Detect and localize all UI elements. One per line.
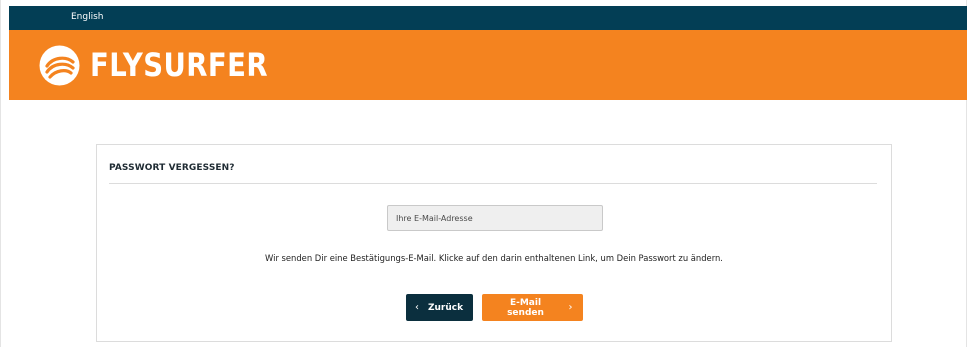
page: English FLYSURFER PASSWORT VERGESSEN? Wi… <box>0 0 967 347</box>
back-button[interactable]: ‹ Zurück <box>405 294 473 321</box>
site-header: FLYSURFER <box>9 30 967 100</box>
card-divider <box>109 183 877 184</box>
email-input[interactable] <box>387 205 603 231</box>
info-text: Wir senden Dir eine Bestätigungs-E-Mail.… <box>265 253 723 263</box>
send-email-button[interactable]: E-Mail senden › <box>481 294 583 321</box>
send-button-label: E-Mail senden <box>507 297 544 318</box>
site-logo[interactable]: FLYSURFER <box>39 43 297 87</box>
flysurfer-kite-logo-icon <box>39 45 80 85</box>
chevron-right-icon: › <box>568 301 573 313</box>
back-button-label: Zurück <box>427 302 464 313</box>
logo-wordmark: FLYSURFER <box>90 46 268 84</box>
chevron-left-icon: ‹ <box>414 301 419 313</box>
language-link[interactable]: English <box>71 12 104 22</box>
card-title: PASSWORT VERGESSEN? <box>109 163 235 173</box>
top-bar: English <box>9 6 967 30</box>
button-row: ‹ Zurück E-Mail senden › <box>97 294 891 321</box>
password-reset-card: PASSWORT VERGESSEN? Wir senden Dir eine … <box>96 144 892 342</box>
